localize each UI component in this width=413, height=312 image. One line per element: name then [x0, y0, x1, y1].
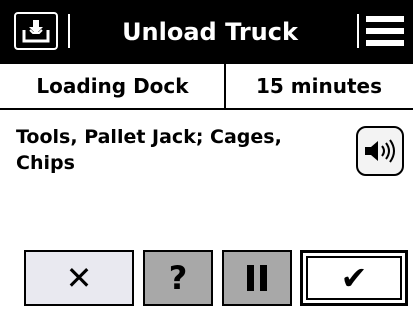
pause-icon [247, 265, 267, 291]
task-instructions: Tools, Pallet Jack; Cages, Chips [16, 126, 282, 174]
help-button[interactable]: ? [143, 250, 213, 306]
speaker-svg [365, 139, 395, 163]
duration-label: 15 minutes [256, 74, 382, 98]
header-bar: Unload Truck [0, 0, 413, 64]
close-icon: ✕ [65, 259, 93, 297]
hamburger-menu-icon[interactable] [366, 16, 404, 46]
help-icon: ? [168, 259, 188, 297]
info-row: Loading Dock 15 minutes [0, 64, 413, 110]
cancel-button[interactable]: ✕ [24, 250, 134, 306]
speaker-icon[interactable] [356, 126, 404, 176]
page-title: Unload Truck [122, 18, 298, 46]
header-separator-right [357, 14, 359, 48]
header-separator-left [68, 14, 70, 48]
download-tray-svg [22, 20, 50, 43]
done-button[interactable]: ✔ [300, 250, 408, 306]
pause-button[interactable] [222, 250, 292, 306]
download-tray-icon[interactable] [14, 12, 58, 50]
action-bar: ✕ ? ✔ [0, 246, 413, 312]
checkmark-icon: ✔ [340, 259, 368, 297]
location-label: Loading Dock [36, 74, 189, 98]
